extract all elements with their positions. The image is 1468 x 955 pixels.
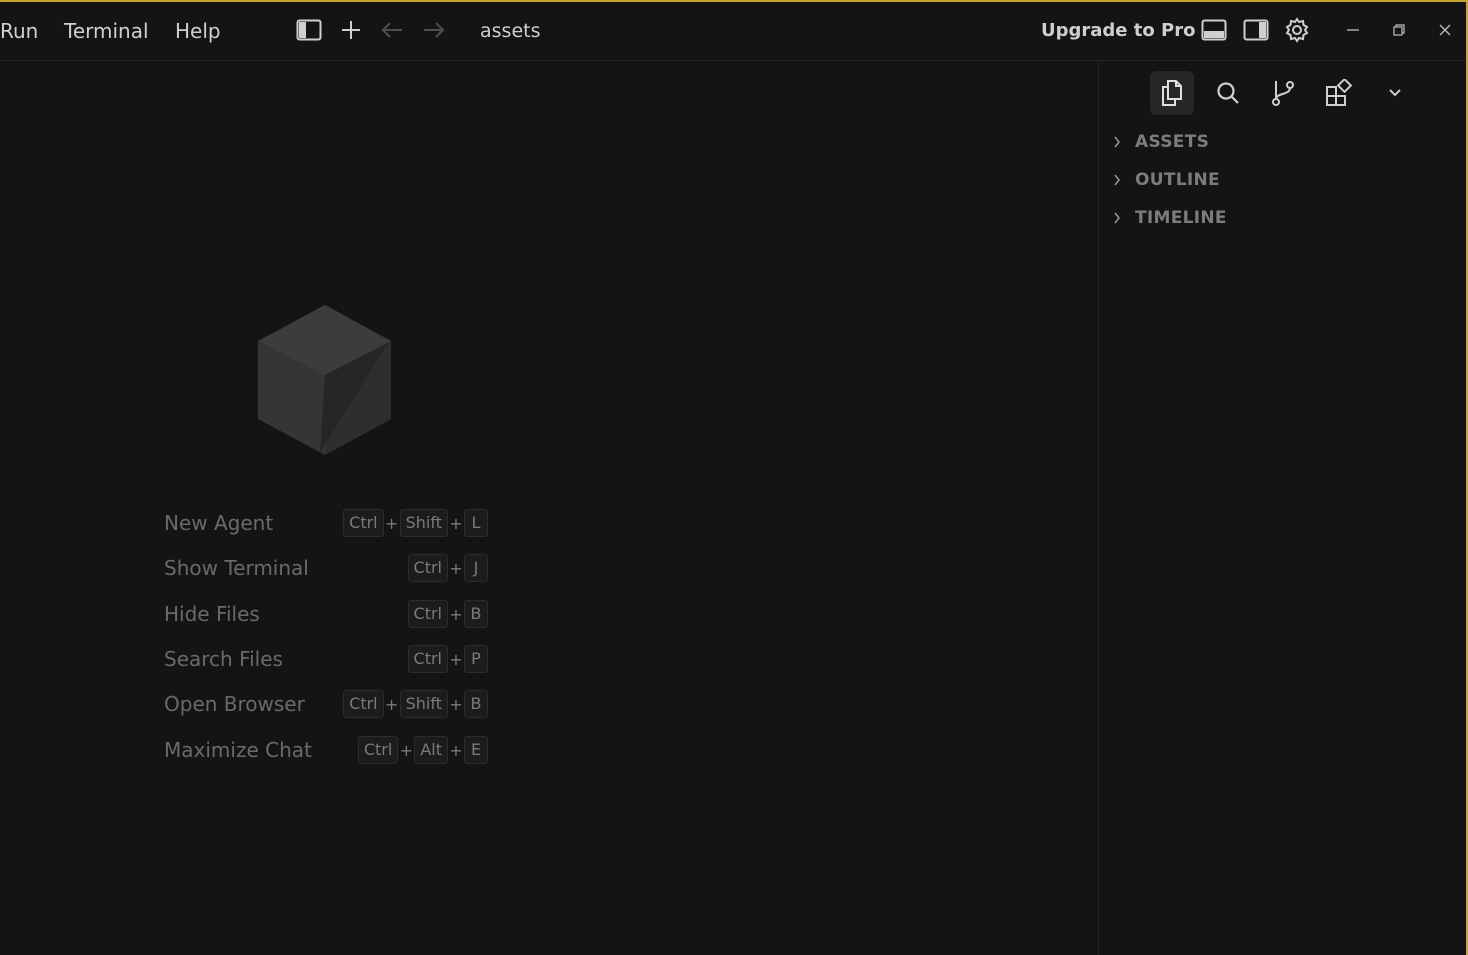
key-plus: + <box>399 740 414 760</box>
key-plus: + <box>449 604 463 624</box>
close-icon[interactable] <box>1431 16 1459 44</box>
key-cap: E <box>464 736 488 764</box>
section-timeline[interactable]: TIMELINE <box>1113 205 1227 231</box>
gear-icon[interactable] <box>1283 16 1311 44</box>
section-assets[interactable]: ASSETS <box>1113 129 1209 155</box>
editor-welcome-area: New Agent Ctrl + Shift + L Show Terminal… <box>0 61 1097 955</box>
chevron-right-icon <box>1113 174 1127 186</box>
app-logo-icon <box>256 303 394 461</box>
key-plus: + <box>449 558 463 578</box>
upgrade-button[interactable]: Upgrade to Pro <box>1041 20 1195 41</box>
shortcut-label: Search Files <box>164 647 283 671</box>
chevron-down-icon[interactable] <box>1373 71 1417 115</box>
restore-icon[interactable] <box>1385 16 1413 44</box>
key-cap: Ctrl <box>343 690 384 718</box>
shortcut-keys: Ctrl + J <box>407 553 488 583</box>
chevron-right-icon <box>1113 212 1127 224</box>
key-cap: Ctrl <box>407 554 448 582</box>
key-cap: P <box>464 645 488 673</box>
shortcut-label: Show Terminal <box>164 556 309 580</box>
key-cap: B <box>464 600 488 628</box>
source-control-icon[interactable] <box>1261 71 1305 115</box>
key-cap: B <box>464 690 488 718</box>
key-plus: + <box>384 513 399 533</box>
shortcut-keys: Ctrl + Shift + B <box>343 689 488 719</box>
section-label: OUTLINE <box>1135 170 1220 190</box>
shortcut-label: Open Browser <box>164 692 305 716</box>
explorer-panel: ASSETS OUTLINE TIMELINE <box>1098 61 1466 955</box>
minimize-icon[interactable] <box>1339 16 1367 44</box>
key-cap: Shift <box>399 509 448 537</box>
toggle-secondary-sidebar-icon[interactable] <box>1242 16 1270 44</box>
key-cap: Ctrl <box>357 736 399 764</box>
shortcut-maximize-chat[interactable]: Maximize Chat Ctrl + Alt + E <box>164 735 490 765</box>
menu-help[interactable]: Help <box>175 19 221 43</box>
toggle-sidebar-icon[interactable] <box>295 16 323 44</box>
shortcut-keys: Ctrl + Shift + L <box>343 508 488 538</box>
key-cap: J <box>464 554 488 582</box>
shortcut-keys: Ctrl + B <box>407 599 488 629</box>
key-plus: + <box>449 740 463 760</box>
key-plus: + <box>384 694 399 714</box>
key-cap: Alt <box>414 736 448 764</box>
extensions-icon[interactable] <box>1317 71 1361 115</box>
shortcut-search-files[interactable]: Search Files Ctrl + P <box>164 644 490 674</box>
shortcut-keys: Ctrl + P <box>407 644 488 674</box>
new-tab-icon[interactable] <box>337 16 365 44</box>
key-cap: Ctrl <box>343 509 384 537</box>
key-cap: L <box>464 509 488 537</box>
back-arrow-icon[interactable] <box>378 16 406 44</box>
menu-terminal[interactable]: Terminal <box>64 19 149 43</box>
shortcut-hide-files[interactable]: Hide Files Ctrl + B <box>164 599 490 629</box>
section-label: TIMELINE <box>1135 208 1227 228</box>
forward-arrow-icon[interactable] <box>420 16 448 44</box>
shortcut-label: Maximize Chat <box>164 738 312 762</box>
toggle-panel-icon[interactable] <box>1200 16 1228 44</box>
key-cap: Shift <box>399 690 448 718</box>
shortcut-show-terminal[interactable]: Show Terminal Ctrl + J <box>164 553 490 583</box>
key-cap: Ctrl <box>407 600 448 628</box>
shortcut-new-agent[interactable]: New Agent Ctrl + Shift + L <box>164 508 490 538</box>
search-icon[interactable] <box>1206 71 1250 115</box>
key-plus: + <box>449 513 463 533</box>
chevron-right-icon <box>1113 136 1127 148</box>
shortcut-keys: Ctrl + Alt + E <box>357 735 488 765</box>
files-icon[interactable] <box>1150 71 1194 115</box>
key-plus: + <box>449 649 463 669</box>
shortcut-label: Hide Files <box>164 602 260 626</box>
app-window: Run Terminal Help assets Upgrade to Pro <box>0 0 1468 955</box>
key-cap: Ctrl <box>407 645 448 673</box>
shortcut-label: New Agent <box>164 511 274 535</box>
menu-run[interactable]: Run <box>0 19 38 43</box>
shortcut-open-browser[interactable]: Open Browser Ctrl + Shift + B <box>164 689 490 719</box>
section-label: ASSETS <box>1135 132 1210 152</box>
key-plus: + <box>449 694 463 714</box>
title-bar: Run Terminal Help assets Upgrade to Pro <box>0 2 1466 61</box>
section-outline[interactable]: OUTLINE <box>1113 167 1220 193</box>
folder-name: assets <box>480 20 541 42</box>
